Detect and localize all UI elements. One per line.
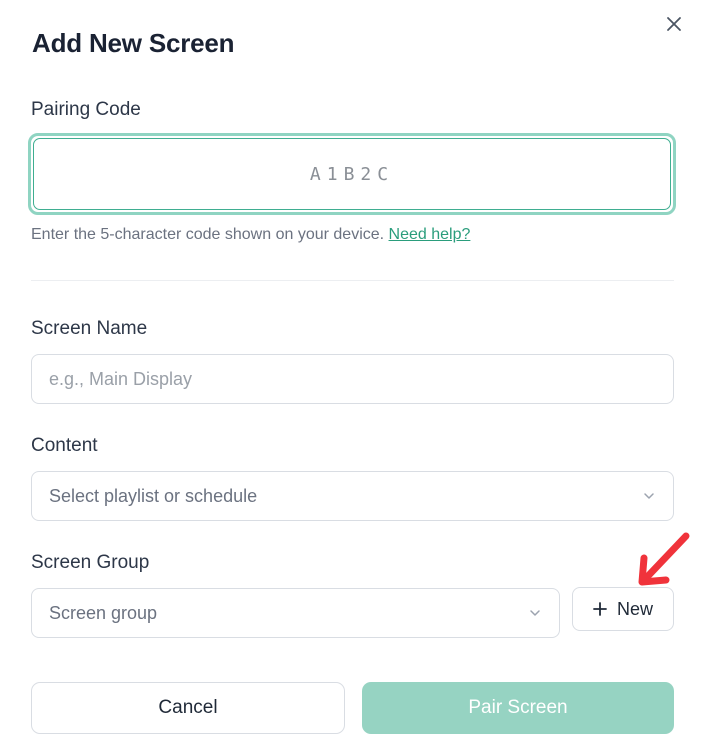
- content-label: Content: [31, 435, 98, 456]
- cancel-button[interactable]: Cancel: [31, 682, 345, 734]
- screen-group-select-value: Screen group: [49, 602, 158, 623]
- dialog-title: Add New Screen: [32, 28, 235, 58]
- pairing-code-label: Pairing Code: [31, 99, 141, 120]
- content-select[interactable]: Select playlist or schedule: [31, 471, 674, 521]
- pairing-helper-text: Enter the 5-character code shown on your…: [31, 226, 470, 244]
- screen-group-select[interactable]: Screen group: [31, 588, 560, 638]
- pair-screen-button[interactable]: Pair Screen: [362, 682, 674, 734]
- add-screen-dialog: Add New Screen Pairing Code A1B2C Enter …: [0, 0, 704, 746]
- chevron-down-icon: [644, 493, 654, 499]
- close-button[interactable]: [662, 12, 686, 36]
- pairing-code-input[interactable]: A1B2C: [28, 133, 676, 215]
- screen-name-label: Screen Name: [31, 318, 148, 339]
- close-icon: [667, 17, 681, 31]
- annotation-arrow-icon: [638, 532, 690, 586]
- pair-screen-label: Pair Screen: [468, 697, 568, 718]
- pairing-code-placeholder: A1B2C: [309, 163, 395, 185]
- section-divider: [31, 280, 674, 281]
- pairing-code-field[interactable]: A1B2C: [33, 138, 671, 210]
- new-group-button[interactable]: New: [572, 587, 674, 631]
- screen-group-label: Screen Group: [31, 552, 150, 573]
- plus-icon: [593, 602, 607, 616]
- cancel-label: Cancel: [158, 697, 218, 718]
- new-group-label: New: [616, 598, 653, 619]
- screen-name-placeholder: e.g., Main Display: [49, 368, 193, 389]
- screen-name-input[interactable]: e.g., Main Display: [31, 354, 674, 404]
- need-help-link[interactable]: Need help?: [389, 226, 471, 243]
- content-select-value: Select playlist or schedule: [49, 485, 258, 506]
- chevron-down-icon: [530, 610, 540, 616]
- helper-message: Enter the 5-character code shown on your…: [31, 226, 385, 243]
